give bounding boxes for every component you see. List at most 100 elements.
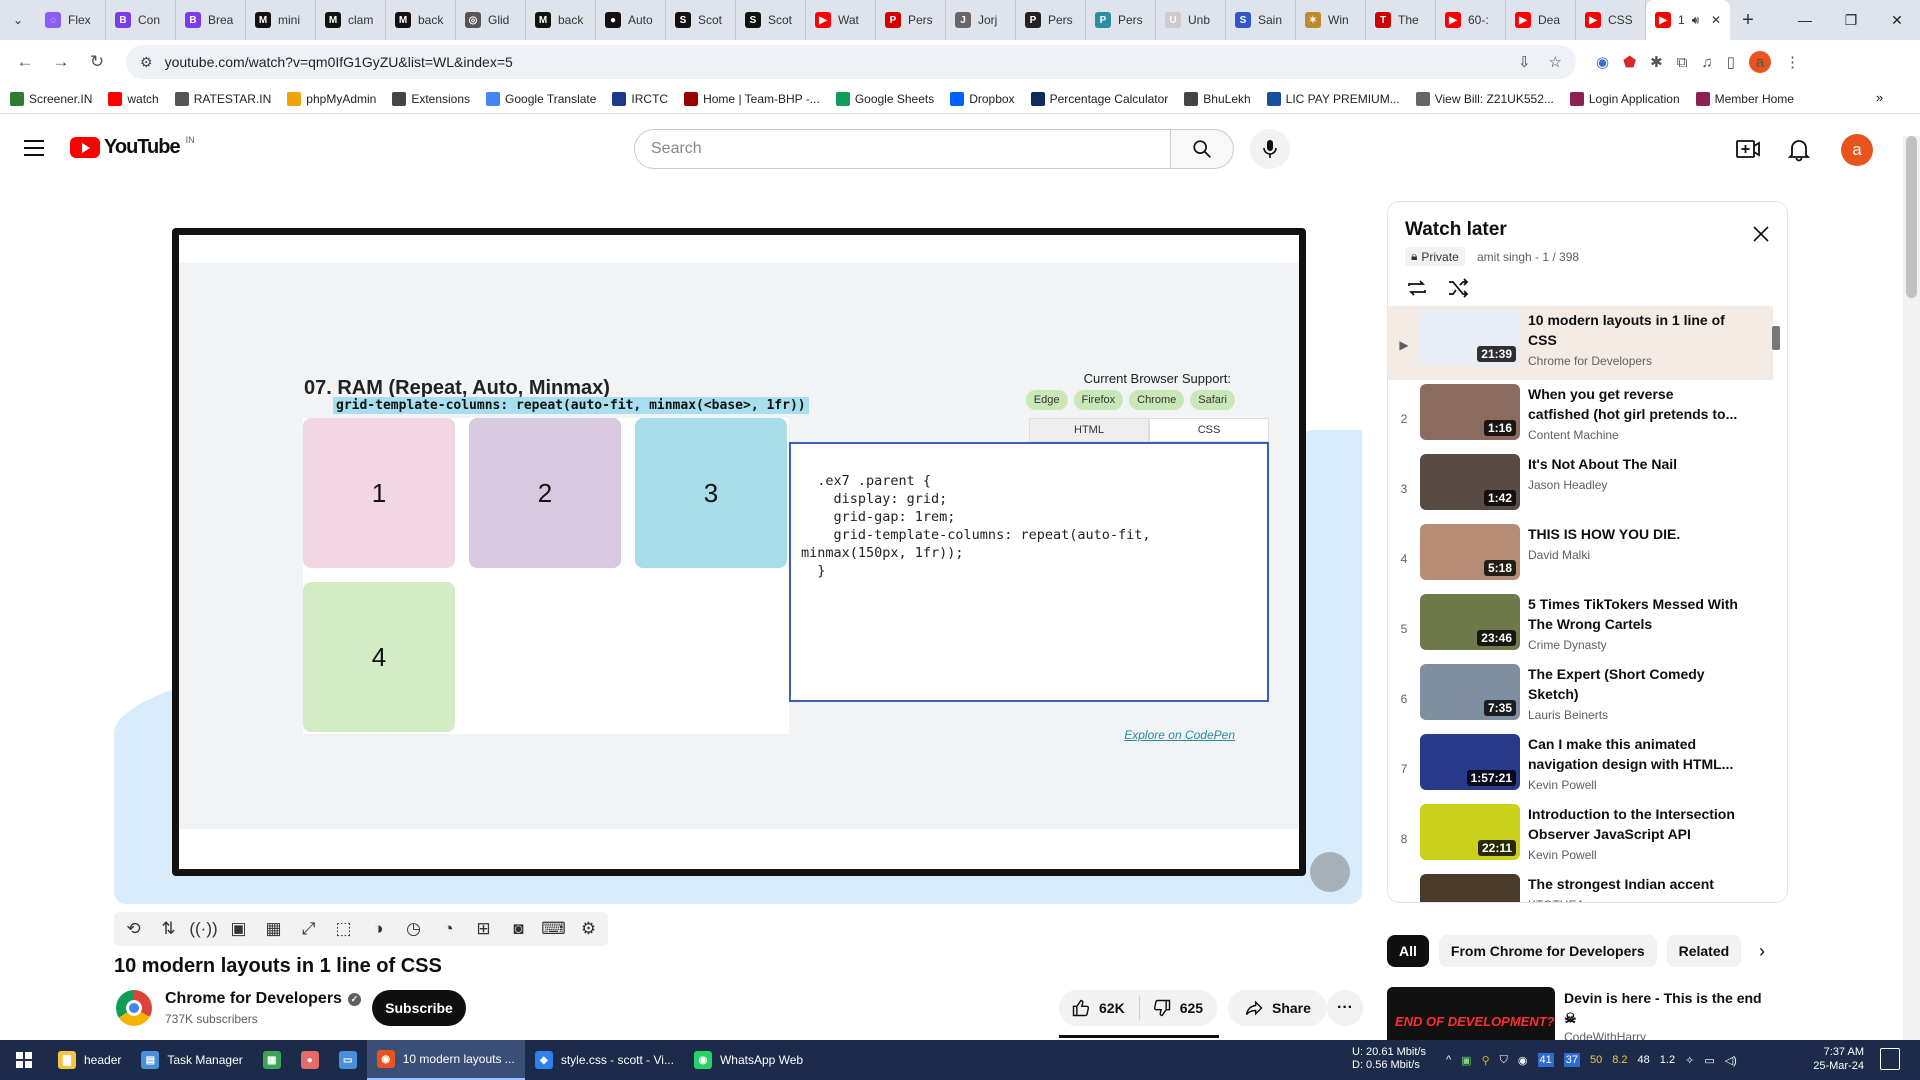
taskbar-app[interactable]: ▇ header bbox=[48, 1040, 131, 1080]
tray-wifi-icon[interactable]: ✧ bbox=[1685, 1054, 1694, 1067]
bookmark-item[interactable]: watch bbox=[108, 91, 159, 106]
tray-app-icon[interactable]: ▣ bbox=[1461, 1054, 1471, 1067]
chevron-right-icon[interactable]: › bbox=[1750, 939, 1774, 963]
video-thumbnail[interactable]: 1:42 bbox=[1420, 454, 1520, 510]
taskbar-app[interactable]: ▤ Task Manager bbox=[131, 1040, 252, 1080]
tray-shield-icon[interactable]: ⛉ bbox=[1500, 1054, 1508, 1067]
minimize-button[interactable]: — bbox=[1782, 0, 1828, 40]
forward-button[interactable]: → bbox=[46, 47, 76, 77]
add-frame-icon[interactable]: ⊞ bbox=[472, 918, 495, 940]
bookmark-item[interactable]: Percentage Calculator bbox=[1030, 91, 1168, 106]
tray-search-icon[interactable]: ⚲ bbox=[1482, 1054, 1490, 1067]
bookmark-item[interactable]: Extensions bbox=[392, 91, 470, 106]
loop-playlist-icon[interactable] bbox=[1405, 276, 1429, 300]
related-video-title[interactable]: Devin is here - This is the end ☠︎ bbox=[1564, 988, 1764, 1028]
voice-search-button[interactable] bbox=[1250, 129, 1290, 169]
playlist-item[interactable]: ▶ 21:39 10 modern layouts in 1 line of CSS… bbox=[1388, 306, 1773, 380]
video-thumbnail[interactable]: 22:11 bbox=[1420, 804, 1520, 860]
keyboard-icon[interactable]: ⌨ bbox=[541, 918, 566, 940]
expand-icon[interactable]: ⤢ bbox=[297, 918, 320, 940]
more-actions-icon[interactable]: ··· bbox=[1327, 990, 1363, 1026]
browser-tab[interactable]: S Sain bbox=[1226, 0, 1296, 40]
chip-related[interactable]: Related bbox=[1666, 935, 1742, 967]
chip-all[interactable]: All bbox=[1387, 935, 1429, 967]
bookmark-item[interactable]: BhuLekh bbox=[1184, 91, 1251, 106]
screen-eye-icon[interactable]: ▣ bbox=[227, 918, 250, 940]
system-clock[interactable]: 7:37 AM 25-Mar-24 bbox=[1802, 1045, 1864, 1073]
browser-tab[interactable]: Mback bbox=[386, 0, 456, 40]
close-window-button[interactable]: ✕ bbox=[1874, 0, 1920, 40]
video-thumbnail[interactable]: 1:16 bbox=[1420, 384, 1520, 440]
browser-tab[interactable]: ◎ Glid bbox=[456, 0, 526, 40]
profile-avatar[interactable]: a bbox=[1748, 51, 1771, 73]
taskbar-app[interactable]: ▦ bbox=[253, 1040, 291, 1080]
bookmark-item[interactable]: LIC PAY PREMIUM... bbox=[1266, 91, 1400, 106]
extension-bug-icon[interactable]: ✱ bbox=[1650, 53, 1663, 71]
tray-battery-icon[interactable]: ▭ bbox=[1704, 1054, 1714, 1067]
mini-player-icon[interactable]: ⬚ bbox=[332, 918, 355, 940]
playlist-item[interactable]: 8 22:11 Introduction to the Intersection O… bbox=[1388, 800, 1773, 870]
settings-gear-icon[interactable]: ⚙ bbox=[577, 918, 600, 940]
shuffle-icon[interactable] bbox=[1446, 276, 1470, 300]
video-thumbnail[interactable]: 7:35 bbox=[1420, 664, 1520, 720]
browser-tab[interactable]: U Unb bbox=[1156, 0, 1226, 40]
taskbar-app[interactable]: ◆ style.css - scott - Vi... bbox=[525, 1040, 684, 1080]
browser-tab[interactable]: ● Auto bbox=[596, 0, 666, 40]
playlist-item[interactable]: 5 23:46 5 Times TikTokers Messed With The … bbox=[1388, 590, 1773, 660]
browser-tab[interactable]: Mmini bbox=[246, 0, 316, 40]
playlist-item[interactable]: 7 1:57:21 Can I make this animated navigat… bbox=[1388, 730, 1773, 800]
notifications-bell-icon[interactable] bbox=[1786, 136, 1812, 162]
browser-tab[interactable]: Mback bbox=[526, 0, 596, 40]
playlist-item[interactable]: 6 7:35 The Expert (Short Comedy Sketch) Lau… bbox=[1388, 660, 1773, 730]
bookmark-item[interactable]: Google Translate bbox=[486, 91, 596, 106]
search-button[interactable] bbox=[1170, 129, 1234, 169]
install-app-icon[interactable]: ⇩ bbox=[1518, 53, 1531, 71]
bookmark-item[interactable]: Member Home bbox=[1695, 91, 1794, 106]
filter-icon[interactable]: ◑ bbox=[367, 918, 390, 940]
reload-button[interactable]: ↻ bbox=[82, 47, 112, 77]
extension-icon[interactable]: ◉ bbox=[1596, 53, 1609, 71]
close-icon[interactable] bbox=[1751, 224, 1771, 244]
loop-icon[interactable]: ⟲ bbox=[122, 918, 145, 940]
browser-tab[interactable]: T The bbox=[1366, 0, 1436, 40]
cinema-icon[interactable]: ▦ bbox=[262, 918, 285, 940]
browser-tab-active[interactable]: ▶ 1 🔊︎ ✕ bbox=[1646, 0, 1730, 40]
browser-tab[interactable]: ▶ Wat bbox=[806, 0, 876, 40]
create-video-icon[interactable] bbox=[1735, 136, 1761, 162]
guide-menu-icon[interactable] bbox=[22, 136, 46, 160]
browser-tab[interactable]: Mclam bbox=[316, 0, 386, 40]
adblock-icon[interactable]: ⬟ bbox=[1623, 53, 1636, 71]
bookmark-star-icon[interactable]: ☆ bbox=[1549, 53, 1562, 71]
restore-button[interactable]: ❐ bbox=[1828, 0, 1874, 40]
browser-tab[interactable]: B Con bbox=[106, 0, 176, 40]
browser-tab[interactable]: P Pers bbox=[876, 0, 946, 40]
browser-tab[interactable]: S Scot bbox=[666, 0, 736, 40]
bookmark-item[interactable]: Login Application bbox=[1569, 91, 1680, 106]
back-button[interactable]: ← bbox=[10, 47, 40, 77]
chip-from-channel[interactable]: From Chrome for Developers bbox=[1438, 935, 1657, 967]
share-button[interactable]: Share bbox=[1228, 990, 1327, 1026]
browser-tab[interactable]: ▶ 60-: bbox=[1436, 0, 1506, 40]
taskbar-app[interactable]: ▭ bbox=[329, 1040, 367, 1080]
browser-tab[interactable]: B Brea bbox=[176, 0, 246, 40]
channel-name-link[interactable]: Chrome for Developers ✓ bbox=[165, 990, 361, 1008]
speed-alt-icon[interactable]: ◔ bbox=[437, 918, 460, 940]
tab-search-chevron-icon[interactable]: ⌄ bbox=[0, 0, 36, 40]
browser-tab[interactable]: ▶ Dea bbox=[1506, 0, 1576, 40]
channel-avatar[interactable] bbox=[116, 990, 152, 1026]
tray-network-icon[interactable]: ◉ bbox=[1518, 1054, 1528, 1067]
side-panel-icon[interactable]: ▯ bbox=[1727, 53, 1735, 71]
extensions-puzzle-icon[interactable]: ⧉ bbox=[1677, 54, 1688, 71]
playlist-item[interactable]: 2 1:16 When you get reverse catfished (hot… bbox=[1388, 380, 1773, 450]
windows-start-button[interactable] bbox=[0, 1040, 48, 1080]
browser-tab[interactable]: ◌ Flex bbox=[36, 0, 106, 40]
tab-close-icon[interactable]: ✕ bbox=[1711, 13, 1721, 27]
playlist-item[interactable]: 92:50 The strongest Indian accent KTOTHEA bbox=[1388, 870, 1773, 902]
video-player[interactable]: 07. RAM (Repeat, Auto, Minmax) grid-temp… bbox=[114, 200, 1362, 904]
tab-html[interactable]: HTML bbox=[1029, 418, 1149, 442]
tab-css[interactable]: CSS bbox=[1149, 418, 1269, 442]
bookmark-item[interactable]: RATESTAR.IN bbox=[174, 91, 271, 106]
browser-tab[interactable]: P Pers bbox=[1016, 0, 1086, 40]
bookmark-item[interactable]: Screener.IN bbox=[10, 91, 92, 106]
bookmarks-overflow-icon[interactable]: » bbox=[1876, 90, 1883, 105]
